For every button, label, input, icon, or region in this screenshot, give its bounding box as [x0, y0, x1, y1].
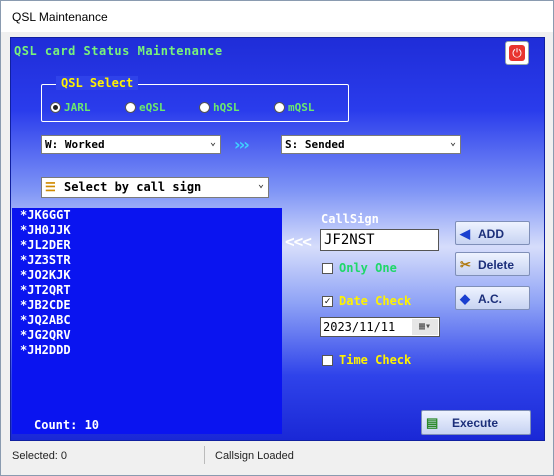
window-title: QSL Maintenance [12, 10, 108, 24]
radio-label: mQSL [288, 101, 315, 114]
list-icon: ☰ [45, 180, 56, 194]
checkbox-box [322, 354, 333, 366]
chevron-down-icon: ⌄ [257, 179, 264, 190]
main-panel: QSL card Status Maintenance ⏻ QSL Select… [10, 37, 545, 441]
date-check-checkbox[interactable]: ✓ Date Check [322, 294, 411, 308]
callsign-list[interactable]: *JK6GGT *JH0JJK *JL2DER *JZ3STR *JO2KJK … [12, 208, 282, 434]
date-picker[interactable]: 2023/11/11 ▦▾ [320, 317, 440, 337]
calendar-icon[interactable]: ▦▾ [412, 319, 438, 335]
radio-mqsl[interactable]: mQSL [274, 101, 315, 114]
arrow-left-icon: ◀ [460, 226, 470, 241]
chevron-down-icon: ⌄ [209, 137, 216, 148]
list-item[interactable]: *JO2KJK [12, 268, 282, 283]
to-status-select[interactable]: S: Sended ⌄ [281, 135, 461, 154]
delete-button[interactable]: ✂ Delete [455, 252, 530, 276]
status-message: Callsign Loaded [215, 450, 294, 462]
radio-dot [199, 102, 210, 113]
checkmark-icon: ✓ [322, 295, 333, 307]
to-status-value: S: Sended [285, 138, 345, 151]
only-one-label: Only One [339, 261, 397, 275]
page-title: QSL card Status Maintenance [14, 44, 223, 58]
checkbox-box [322, 262, 333, 274]
time-check-label: Time Check [339, 353, 412, 367]
select-mode-dropdown[interactable]: ☰ Select by call sign ⌄ [41, 177, 269, 198]
execute-label: Execute [452, 416, 499, 430]
select-mode-value: Select by call sign [64, 180, 202, 194]
add-button[interactable]: ◀ ADD [455, 221, 530, 245]
power-button[interactable]: ⏻ [505, 41, 529, 65]
count-label: Count: 10 [34, 418, 100, 432]
list-item[interactable]: *JH0JJK [12, 223, 282, 238]
only-one-checkbox[interactable]: Only One [322, 261, 397, 275]
list-item[interactable]: *JG2QRV [12, 328, 282, 343]
list-item[interactable]: *JQ2ABC [12, 313, 282, 328]
delete-label: Delete [478, 258, 515, 272]
radio-eqsl[interactable]: eQSL [125, 101, 166, 114]
delete-icon: ✂ [460, 257, 471, 272]
list-item[interactable]: *JH2DDD [12, 343, 282, 358]
radio-dot [274, 102, 285, 113]
power-icon: ⏻ [509, 45, 525, 61]
execute-icon: ▤ [426, 415, 439, 430]
chevron-down-icon: ⌄ [449, 137, 456, 148]
date-value: 2023/11/11 [323, 320, 396, 334]
radio-hqsl[interactable]: hQSL [199, 101, 240, 114]
add-label: ADD [478, 227, 504, 241]
status-bar: Selected: 0 Callsign Loaded [2, 443, 552, 474]
from-status-value: W: Worked [45, 138, 105, 151]
radio-label: eQSL [139, 101, 166, 114]
radio-dot [125, 102, 136, 113]
list-item[interactable]: *JB2CDE [12, 298, 282, 313]
callsign-input[interactable]: JF2NST [320, 229, 439, 251]
status-divider [204, 446, 205, 464]
callsign-label: CallSign [321, 212, 379, 226]
radio-label: JARL [64, 101, 91, 114]
qsl-select-group: QSL Select JARL eQSL hQSL mQSL [41, 76, 349, 122]
radio-dot [50, 102, 61, 113]
title-bar: QSL Maintenance [1, 1, 553, 32]
ac-label: A.C. [478, 292, 502, 306]
radio-jarl[interactable]: JARL [50, 101, 91, 114]
time-check-checkbox[interactable]: Time Check [322, 353, 411, 367]
ac-icon: ◆ [460, 291, 470, 306]
execute-button[interactable]: ▤ Execute [421, 410, 531, 435]
list-item[interactable]: *JK6GGT [12, 208, 282, 223]
qsl-select-legend: QSL Select [56, 76, 139, 90]
radio-label: hQSL [213, 101, 240, 114]
status-selected: Selected: 0 [12, 450, 68, 462]
arrow-right-icon: ››› [234, 135, 250, 154]
list-item[interactable]: *JL2DER [12, 238, 282, 253]
list-item[interactable]: *JT2QRT [12, 283, 282, 298]
from-status-select[interactable]: W: Worked ⌄ [41, 135, 221, 154]
list-item[interactable]: *JZ3STR [12, 253, 282, 268]
ac-button[interactable]: ◆ A.C. [455, 286, 530, 310]
move-left-button[interactable]: <<< [285, 232, 312, 251]
date-check-label: Date Check [339, 294, 412, 308]
main-window: QSL Maintenance QSL card Status Maintena… [0, 0, 554, 476]
